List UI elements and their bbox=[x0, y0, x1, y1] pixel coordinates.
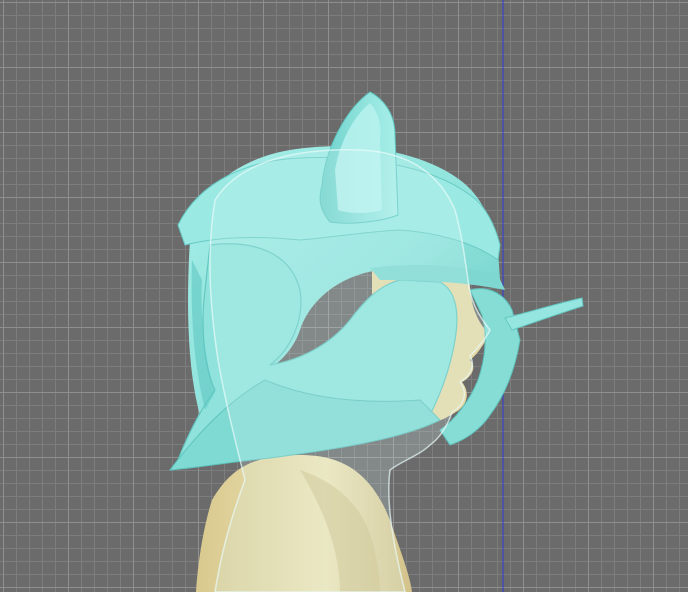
3d-viewport[interactable] bbox=[0, 0, 688, 592]
viewport-canvas[interactable] bbox=[0, 0, 688, 592]
